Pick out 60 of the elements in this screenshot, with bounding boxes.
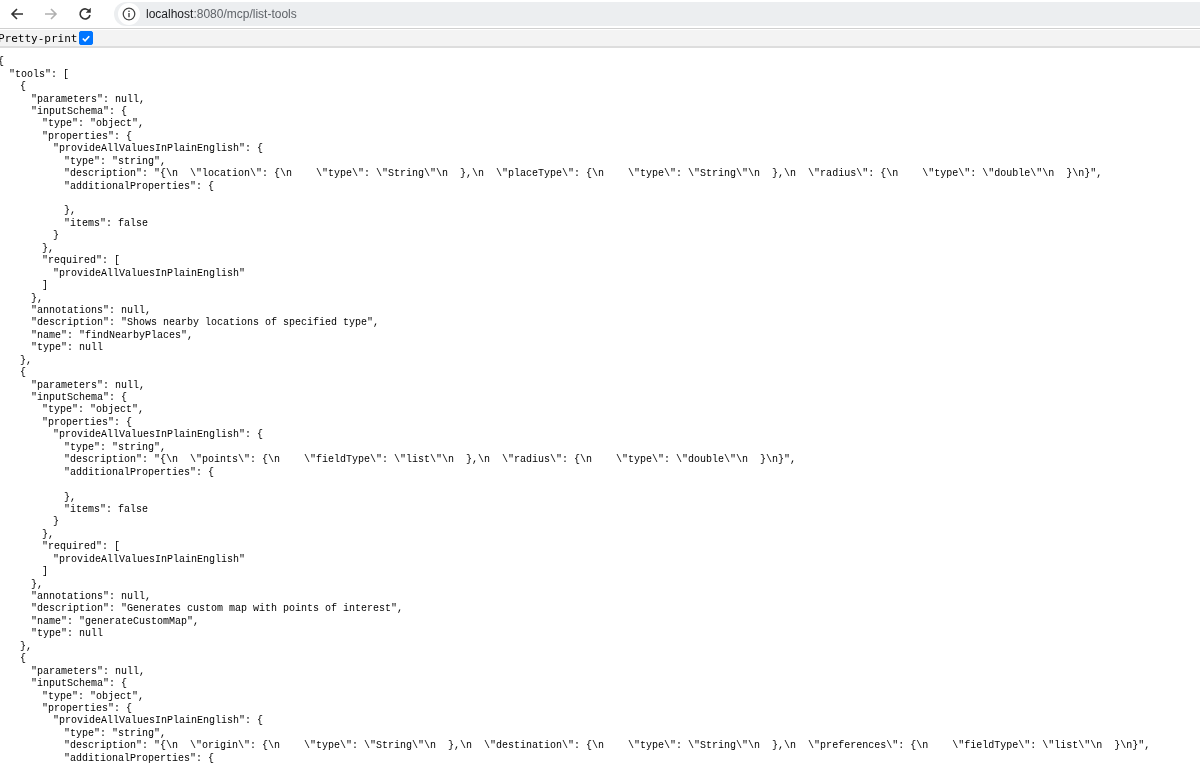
- code-line: }: [53, 516, 59, 529]
- code-line: "name": "findNearbyPlaces",: [31, 329, 194, 342]
- code-line: {: [20, 81, 26, 94]
- code-line: "items": false: [64, 503, 148, 516]
- code-line: "inputSchema": {: [31, 105, 127, 118]
- code-line: },: [42, 242, 54, 255]
- code-line: "additionalProperties": {: [64, 752, 215, 765]
- code-line: },: [31, 578, 43, 591]
- code-line: "description": "{\n \"points\": {\n \"fieldType\": \"list\"\n },\n \"radius\": {\n \"type\": \"double\"\n }\n}",: [64, 454, 797, 467]
- pretty-print-checkbox[interactable]: [79, 31, 94, 45]
- code-line: "description": "{\n \"location\": {\n \"type\": \"String\"\n },\n \"placeType\": {\n \"type\": \"String\"\n },\n \"radius\": {\n \"type\": \"double\"\n }\n}",: [64, 168, 1103, 181]
- code-line: },: [31, 292, 43, 305]
- code-line: "provideAllValuesInPlainEnglish": [53, 553, 246, 566]
- code-line: "name": "generateCustomMap",: [31, 615, 200, 628]
- code-line: "tools": [: [9, 68, 69, 81]
- code-line: "provideAllValuesInPlainEnglish": [53, 267, 246, 280]
- code-line: "items": false: [64, 217, 148, 230]
- code-line: "parameters": null,: [31, 93, 146, 106]
- code-line: "provideAllValuesInPlainEnglish": {: [53, 715, 264, 728]
- code-line: "type": "object",: [42, 404, 145, 417]
- code-line: "required": [: [42, 255, 120, 268]
- code-line: "description": "Generates custom map with points of interest",: [31, 603, 404, 616]
- info-icon[interactable]: [118, 3, 140, 25]
- code-line: {: [20, 367, 26, 380]
- code-line: },: [64, 491, 76, 504]
- code-line: "required": [: [42, 541, 120, 554]
- code-line: "annotations": null,: [31, 591, 152, 603]
- code-line: "additionalProperties": {: [64, 466, 215, 479]
- code-line: "description": "Shows nearby locations of specified type",: [31, 317, 380, 330]
- back-icon[interactable]: [10, 7, 24, 21]
- url-text: localhost:8080/mcp/list-tools: [146, 7, 297, 21]
- code-line: "inputSchema": {: [31, 392, 127, 404]
- code-line: ]: [42, 280, 48, 293]
- code-line: "additionalProperties": {: [64, 180, 215, 193]
- code-line: "type": null: [31, 628, 103, 641]
- address-bar[interactable]: localhost:8080/mcp/list-tools: [114, 2, 1200, 26]
- code-line: "type": "string",: [64, 155, 167, 168]
- code-line: {: [20, 653, 26, 666]
- code-line: "provideAllValuesInPlainEnglish": {: [53, 143, 264, 156]
- code-line: ]: [42, 566, 48, 579]
- code-line: "inputSchema": {: [31, 678, 127, 691]
- code-line: },: [42, 528, 54, 541]
- code-line: "type": "string",: [64, 441, 167, 454]
- code-line: "type": null: [31, 342, 103, 355]
- code-line: },: [20, 640, 32, 653]
- code-line: "description": "{\n \"origin\": {\n \"type\": \"String\"\n },\n \"destination\": {\n \"type\": \"String\"\n },\n \"preferences\": {\n \"fieldType\": \"list\"\n }\n}",: [64, 740, 1151, 753]
- reload-icon[interactable]: [78, 7, 92, 21]
- code-line: "properties": {: [42, 416, 132, 429]
- code-line: },: [64, 205, 76, 218]
- code-line: "provideAllValuesInPlainEnglish": {: [53, 429, 264, 442]
- code-line: "type": "string",: [64, 727, 167, 740]
- code-line: "type": "object",: [42, 690, 145, 703]
- code-line: "parameters": null,: [31, 665, 146, 678]
- code-line: "properties": {: [42, 702, 132, 715]
- code-line: "parameters": null,: [31, 379, 146, 392]
- code-line: "properties": {: [42, 130, 132, 143]
- code-line: }: [53, 230, 59, 243]
- code-line: "type": "object",: [42, 118, 145, 131]
- code-line: "annotations": null,: [31, 304, 152, 317]
- code-line: },: [20, 354, 32, 367]
